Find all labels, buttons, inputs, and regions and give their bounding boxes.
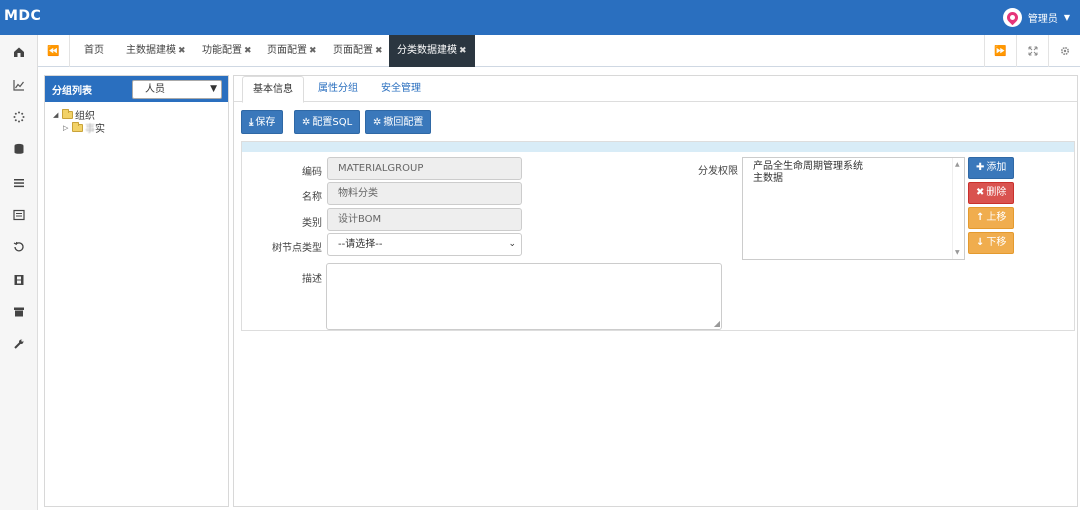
tab-basic-info[interactable]: 基本信息 <box>242 76 304 103</box>
app-logo: MDC <box>4 8 42 24</box>
tab-master-data-modeling[interactable]: 主数据建模 ✖ <box>118 35 194 67</box>
tab-security[interactable]: 安全管理 <box>371 76 431 102</box>
tab-function-config[interactable]: 功能配置 ✖ <box>194 35 260 67</box>
wrench-icon[interactable] <box>0 329 38 359</box>
move-up-button[interactable]: ↑ 上移 <box>968 207 1015 229</box>
config-sql-button[interactable]: ✲ 配置SQL <box>294 110 361 134</box>
sub-tabs: 基本信息 属性分组 安全管理 <box>234 76 1077 103</box>
code-label: 编码 <box>302 167 322 178</box>
tab-page-config-2[interactable]: 页面配置 ✖ <box>325 35 391 67</box>
list-alt-icon[interactable] <box>0 200 38 230</box>
close-icon[interactable]: ✖ <box>244 46 252 56</box>
delete-button[interactable]: ✖ 删除 <box>968 182 1015 204</box>
permission-label: 分发权限 <box>698 166 738 177</box>
download-icon: ⤓ <box>249 117 254 128</box>
category-field[interactable]: 设计BOM <box>327 208 522 231</box>
gear-icon: ✲ <box>373 117 382 128</box>
add-button[interactable]: ✚ 添加 <box>968 157 1015 179</box>
list-item[interactable]: 主数据 <box>743 173 964 185</box>
folder-icon <box>72 121 83 132</box>
film-icon[interactable] <box>0 265 38 295</box>
list-item[interactable]: 产品全生命周期管理系统 <box>743 161 964 173</box>
tab-page-config[interactable]: 页面配置 ✖ <box>259 35 325 67</box>
tab-attribute-group[interactable]: 属性分组 <box>308 76 368 102</box>
fullscreen-icon[interactable] <box>1016 35 1048 67</box>
list-icon[interactable] <box>0 168 38 198</box>
node-type-label: 树节点类型 <box>272 243 322 254</box>
resize-grip-icon[interactable]: ◢ <box>714 319 720 328</box>
scroll-right-icon[interactable]: ⏩ <box>984 35 1016 67</box>
user-name: 管理员 <box>1027 14 1058 25</box>
chevron-down-icon: ⌄ <box>508 239 516 249</box>
close-icon[interactable]: ✖ <box>309 46 317 56</box>
close-icon[interactable]: ✖ <box>459 46 467 56</box>
top-bar: MDC 管理员 ▼ <box>0 0 1080 35</box>
save-button[interactable]: ⤓ 保存 <box>241 110 284 134</box>
move-down-button[interactable]: ↓ 下移 <box>968 232 1015 254</box>
group-type-select[interactable]: 人员 ▼ <box>132 80 222 99</box>
group-list-title: 分组列表 <box>52 86 92 97</box>
permission-listbox[interactable]: 产品全生命周期管理系统 主数据 ▲ ▼ <box>742 157 965 260</box>
arrow-down-icon: ↓ <box>976 237 985 248</box>
arrow-up-icon: ↑ <box>976 212 985 223</box>
chart-line-icon[interactable] <box>0 70 38 100</box>
category-label: 类别 <box>302 218 322 229</box>
group-list-header: 分组列表 人员 ▼ <box>45 76 228 102</box>
user-avatar-icon <box>1002 8 1022 27</box>
rollback-config-button[interactable]: ✲ 撤回配置 <box>365 110 432 134</box>
user-menu[interactable]: 管理员 ▼ <box>1002 8 1070 27</box>
group-tree: ◢ 组织 ▷ 事实 <box>45 102 228 135</box>
left-sidebar <box>0 35 38 510</box>
gear-icon[interactable] <box>1048 35 1080 67</box>
form-header-strip <box>242 142 1074 152</box>
archive-icon[interactable] <box>0 297 38 327</box>
scroll-left-icon[interactable]: ⏪ <box>38 35 70 67</box>
expand-icon[interactable]: ◢ <box>53 111 62 119</box>
node-type-select[interactable]: --请选择-- ⌄ <box>327 233 522 256</box>
close-icon[interactable]: ✖ <box>375 46 383 56</box>
scroll-down-icon[interactable]: ▼ <box>955 249 960 256</box>
description-textarea[interactable]: ◢ <box>326 263 722 330</box>
tree-node[interactable]: ◢ 组织 <box>53 108 228 122</box>
home-icon[interactable] <box>0 37 38 67</box>
name-label: 名称 <box>302 192 322 203</box>
chevron-down-icon: ▼ <box>210 84 217 94</box>
database-icon[interactable] <box>0 134 38 164</box>
basic-info-form: 编码 MATERIALGROUP 名称 物料分类 类别 设计BOM 树节点类型 … <box>241 141 1075 331</box>
scrollbar[interactable]: ▲ ▼ <box>952 158 964 259</box>
gear-icon: ✲ <box>302 117 311 128</box>
spinner-icon[interactable] <box>0 102 38 132</box>
close-icon[interactable]: ✖ <box>178 46 186 56</box>
main-panel: 基本信息 属性分组 安全管理 ⤓ 保存 ✲ 配置SQL ✲ 撤回配置 编码 MATER… <box>233 75 1078 507</box>
history-icon[interactable] <box>0 232 38 262</box>
tab-bar: ⏪ 首页 主数据建模 ✖ 功能配置 ✖ 页面配置 ✖ 页面配置 ✖ 分类数据建模 ✖ ⏩ <box>38 35 1080 67</box>
folder-icon <box>62 108 73 119</box>
close-icon: ✖ <box>976 187 985 198</box>
collapse-icon[interactable]: ▷ <box>63 124 72 132</box>
description-label: 描述 <box>302 274 322 285</box>
tab-home[interactable]: 首页 <box>76 35 112 67</box>
plus-icon: ✚ <box>976 162 985 173</box>
code-field[interactable]: MATERIALGROUP <box>327 157 522 180</box>
name-field[interactable]: 物料分类 <box>327 182 522 205</box>
tree-node[interactable]: ▷ 事实 <box>53 121 228 135</box>
scroll-up-icon[interactable]: ▲ <box>955 161 960 168</box>
group-list-panel: 分组列表 人员 ▼ ◢ 组织 ▷ 事实 <box>44 75 229 507</box>
tab-classification-modeling[interactable]: 分类数据建模 ✖ <box>389 35 475 67</box>
chevron-down-icon: ▼ <box>1063 13 1070 22</box>
